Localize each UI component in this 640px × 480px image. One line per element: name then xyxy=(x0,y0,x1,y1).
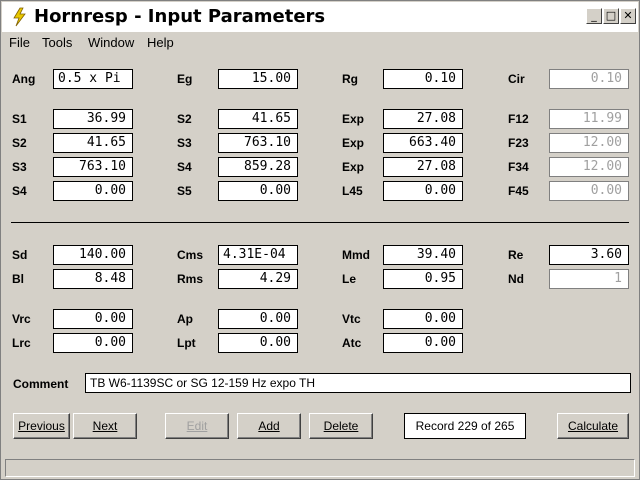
label-f12: F12 xyxy=(508,112,529,126)
label-s4: S4 xyxy=(12,184,27,198)
label-f45: F45 xyxy=(508,184,529,198)
minimize-button[interactable]: _ xyxy=(586,8,602,24)
label-f34: F34 xyxy=(508,160,529,174)
field-s4-mid[interactable]: 859.28 xyxy=(218,157,298,177)
field-l45[interactable]: 0.00 xyxy=(383,181,463,201)
label-s5: S5 xyxy=(177,184,192,198)
field-s3-mid[interactable]: 763.10 xyxy=(218,133,298,153)
label-bl: Bl xyxy=(12,272,24,286)
field-vrc[interactable]: 0.00 xyxy=(53,309,133,329)
field-s5[interactable]: 0.00 xyxy=(218,181,298,201)
field-f45: 0.00 xyxy=(549,181,629,201)
field-rms[interactable]: 4.29 xyxy=(218,269,298,289)
record-indicator: Record 229 of 265 xyxy=(404,413,526,439)
field-sd[interactable]: 140.00 xyxy=(53,245,133,265)
label-le: Le xyxy=(342,272,357,286)
status-bar xyxy=(5,459,635,477)
title-bar[interactable]: Hornresp - Input Parameters _ □ ✕ xyxy=(2,2,638,32)
label-lpt: Lpt xyxy=(177,336,196,350)
maximize-button[interactable]: □ xyxy=(603,8,619,24)
delete-button[interactable]: Delete xyxy=(309,413,373,439)
label-cir: Cir xyxy=(508,72,525,86)
label-s3: S3 xyxy=(12,160,27,174)
field-lpt[interactable]: 0.00 xyxy=(218,333,298,353)
field-nd: 1 xyxy=(549,269,629,289)
label-vrc: Vrc xyxy=(12,312,31,326)
field-le[interactable]: 0.95 xyxy=(383,269,463,289)
menu-file[interactable]: File xyxy=(9,35,30,50)
field-s2-top[interactable]: 41.65 xyxy=(218,109,298,129)
field-exp-3[interactable]: 27.08 xyxy=(383,157,463,177)
field-f12: 11.99 xyxy=(549,109,629,129)
field-s4[interactable]: 0.00 xyxy=(53,181,133,201)
menu-help[interactable]: Help xyxy=(147,35,174,50)
label-comment: Comment xyxy=(13,377,69,391)
label-sd: Sd xyxy=(12,248,28,262)
field-s3[interactable]: 763.10 xyxy=(53,157,133,177)
field-eg[interactable]: 15.00 xyxy=(218,69,298,89)
label-cms: Cms xyxy=(177,248,204,262)
label-nd: Nd xyxy=(508,272,524,286)
label-s2-top: S2 xyxy=(177,112,192,126)
field-f34: 12.00 xyxy=(549,157,629,177)
edit-button: Edit xyxy=(165,413,229,439)
comment-field[interactable]: TB W6-1139SC or SG 12-159 Hz expo TH xyxy=(85,373,631,393)
field-bl[interactable]: 8.48 xyxy=(53,269,133,289)
label-s2: S2 xyxy=(12,136,27,150)
label-s1: S1 xyxy=(12,112,27,126)
label-vtc: Vtc xyxy=(342,312,361,326)
label-exp-3: Exp xyxy=(342,160,365,174)
label-exp-1: Exp xyxy=(342,112,365,126)
label-exp-2: Exp xyxy=(342,136,365,150)
field-ang[interactable]: 0.5 x Pi xyxy=(53,69,133,89)
field-f23: 12.00 xyxy=(549,133,629,153)
field-exp-1[interactable]: 27.08 xyxy=(383,109,463,129)
label-mmd: Mmd xyxy=(342,248,370,262)
label-ang: Ang xyxy=(12,72,36,86)
menu-window[interactable]: Window xyxy=(88,35,134,50)
close-button[interactable]: ✕ xyxy=(620,8,636,24)
label-f23: F23 xyxy=(508,136,529,150)
next-button[interactable]: Next xyxy=(73,413,137,439)
add-button[interactable]: Add xyxy=(237,413,301,439)
section-divider xyxy=(11,222,629,223)
field-cir: 0.10 xyxy=(549,69,629,89)
field-s2[interactable]: 41.65 xyxy=(53,133,133,153)
field-atc[interactable]: 0.00 xyxy=(383,333,463,353)
previous-button[interactable]: Previous xyxy=(13,413,70,439)
field-re[interactable]: 3.60 xyxy=(549,245,629,265)
label-s3-mid: S3 xyxy=(177,136,192,150)
field-exp-2[interactable]: 663.40 xyxy=(383,133,463,153)
lightning-icon xyxy=(13,7,26,27)
menu-tools[interactable]: Tools xyxy=(42,35,72,50)
field-ap[interactable]: 0.00 xyxy=(218,309,298,329)
field-cms[interactable]: 4.31E-04 xyxy=(218,245,298,265)
field-s1[interactable]: 36.99 xyxy=(53,109,133,129)
label-rg: Rg xyxy=(342,72,358,86)
field-vtc[interactable]: 0.00 xyxy=(383,309,463,329)
label-re: Re xyxy=(508,248,524,262)
label-l45: L45 xyxy=(342,184,363,198)
label-lrc: Lrc xyxy=(12,336,31,350)
field-mmd[interactable]: 39.40 xyxy=(383,245,463,265)
field-lrc[interactable]: 0.00 xyxy=(53,333,133,353)
field-rg[interactable]: 0.10 xyxy=(383,69,463,89)
window-title: Hornresp - Input Parameters xyxy=(34,6,326,27)
label-s4-mid: S4 xyxy=(177,160,192,174)
label-eg: Eg xyxy=(177,72,193,86)
main-window: Hornresp - Input Parameters _ □ ✕ File T… xyxy=(0,0,640,480)
calculate-button[interactable]: Calculate xyxy=(557,413,629,439)
menu-bar: File Tools Window Help xyxy=(2,33,638,51)
label-ap: Ap xyxy=(177,312,193,326)
label-rms: Rms xyxy=(177,272,204,286)
label-atc: Atc xyxy=(342,336,362,350)
